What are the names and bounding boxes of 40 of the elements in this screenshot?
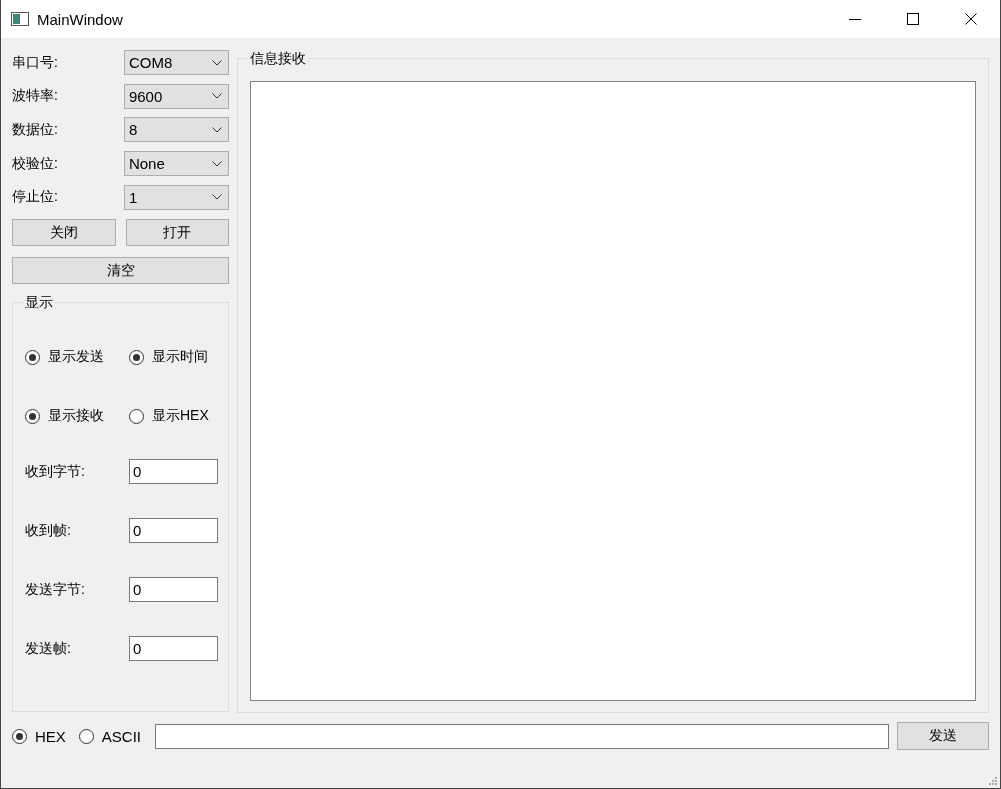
group-title: 信息接收 bbox=[248, 50, 308, 68]
close-icon bbox=[965, 13, 977, 25]
radio-option[interactable]: 显示发送 bbox=[25, 348, 129, 367]
radio-option[interactable]: 显示HEX bbox=[129, 407, 219, 426]
counter-label: 收到帧: bbox=[25, 521, 72, 540]
setting-label: 串口号: bbox=[12, 53, 59, 72]
combo-box[interactable]: COM8 bbox=[123, 50, 229, 75]
clear-button[interactable]: 清空 bbox=[12, 257, 229, 285]
setting-label: 校验位: bbox=[12, 154, 59, 173]
port-button[interactable]: 关闭 bbox=[12, 219, 116, 247]
send-input-field[interactable] bbox=[155, 723, 890, 749]
counter-field[interactable]: 0 bbox=[129, 518, 218, 544]
counter-field[interactable]: 0 bbox=[129, 459, 218, 485]
radio-option[interactable]: HEX bbox=[12, 727, 66, 745]
radio-option[interactable]: 显示时间 bbox=[129, 348, 219, 367]
setting-label: 数据位: bbox=[12, 120, 59, 139]
window-title: MainWindow bbox=[37, 10, 123, 28]
radio-option[interactable]: 显示接收 bbox=[25, 407, 129, 426]
combo-box[interactable]: 9600 bbox=[123, 83, 229, 109]
chevron-down-icon bbox=[212, 160, 222, 167]
setting-label: 波特率: bbox=[12, 87, 59, 106]
counter-field[interactable]: 0 bbox=[129, 636, 218, 662]
counter-label: 发送字节: bbox=[25, 580, 86, 599]
port-button[interactable]: 打开 bbox=[125, 219, 229, 247]
resize-grip-icon bbox=[989, 777, 998, 786]
counter-label: 收到字节: bbox=[25, 462, 86, 481]
maximize-icon bbox=[907, 13, 919, 25]
send-button[interactable]: 发送 bbox=[897, 722, 989, 750]
window-icon bbox=[11, 12, 29, 26]
radio-option[interactable]: ASCII bbox=[78, 727, 142, 745]
chevron-down-icon bbox=[212, 126, 222, 133]
chevron-down-icon bbox=[212, 194, 222, 201]
counter-field[interactable]: 0 bbox=[129, 577, 218, 603]
counter-label: 发送帧: bbox=[25, 639, 72, 658]
combo-box[interactable]: None bbox=[123, 151, 229, 177]
combo-box[interactable]: 1 bbox=[123, 184, 229, 210]
setting-label: 停止位: bbox=[12, 188, 59, 207]
chevron-down-icon bbox=[212, 59, 222, 66]
chevron-down-icon bbox=[212, 93, 222, 100]
combo-box[interactable]: 8 bbox=[123, 117, 229, 143]
